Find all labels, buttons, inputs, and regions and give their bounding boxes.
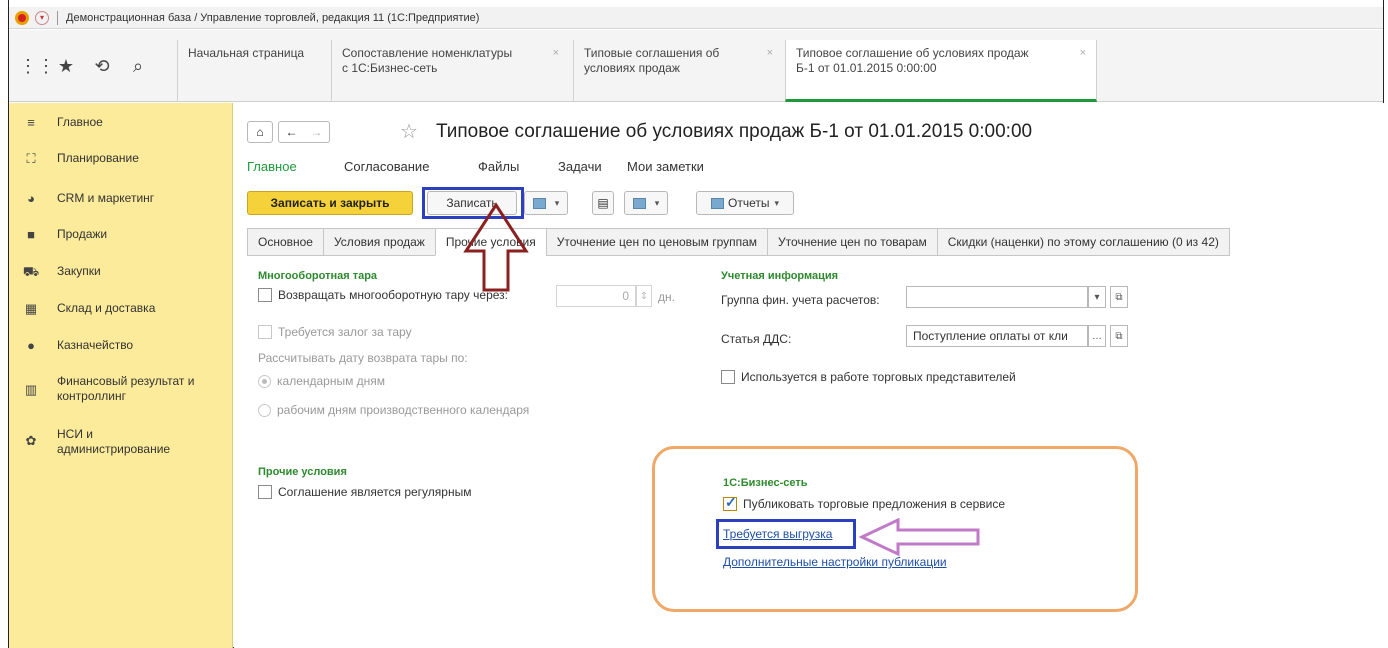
- left-arrow-annotation: [858, 517, 980, 557]
- up-arrow-annotation: [463, 202, 529, 292]
- annotation-overlay: [463, 202, 980, 557]
